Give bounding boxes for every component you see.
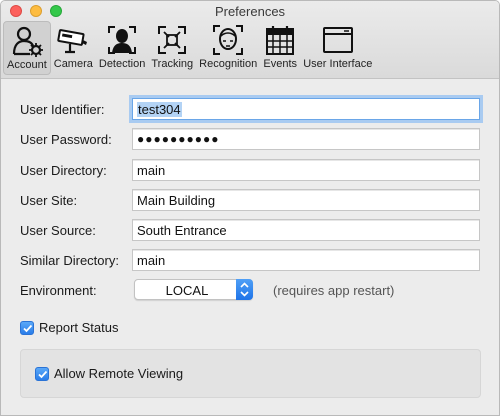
report-status-label: Report Status — [39, 320, 119, 335]
user-directory-field[interactable]: main — [132, 159, 480, 181]
tab-camera-label: Camera — [53, 58, 93, 70]
events-icon — [263, 23, 297, 57]
tab-recognition-label: Recognition — [199, 58, 258, 70]
tab-user-interface[interactable]: User Interface — [300, 21, 375, 75]
account-icon — [10, 24, 44, 58]
tab-camera[interactable]: Camera — [51, 21, 96, 75]
user-identifier-value: test304 — [137, 102, 182, 117]
environment-label: Environment: — [20, 283, 97, 298]
tracking-icon — [155, 23, 189, 57]
tab-recognition[interactable]: Recognition — [196, 21, 260, 75]
allow-remote-viewing-checkbox[interactable] — [35, 367, 49, 381]
tab-events[interactable]: Events — [260, 21, 300, 75]
tab-tracking[interactable]: Tracking — [148, 21, 196, 75]
tab-account-label: Account — [7, 59, 47, 71]
recognition-icon — [211, 23, 245, 57]
user-password-field[interactable]: ●●●●●●●●●● — [132, 128, 480, 150]
preferences-toolbar: Account Camera Detection Tracking Recogn… — [3, 21, 375, 77]
environment-hint: (requires app restart) — [273, 283, 395, 298]
environment-value: LOCAL — [165, 283, 209, 298]
user-interface-icon — [321, 23, 355, 57]
user-directory-row: User Directory: main — [1, 159, 499, 183]
user-directory-label: User Directory: — [20, 163, 107, 178]
user-identifier-row: User Identifier: test304 — [1, 98, 499, 122]
preferences-window: Preferences Account Camera Detection Tra… — [0, 0, 500, 416]
environment-select[interactable]: LOCAL — [134, 279, 253, 300]
user-identifier-label: User Identifier: — [20, 102, 105, 117]
checkmark-icon — [23, 324, 33, 333]
user-site-field[interactable]: Main Building — [132, 189, 480, 211]
user-site-row: User Site: Main Building — [1, 189, 499, 213]
user-password-label: User Password: — [20, 132, 112, 147]
title-bar: Preferences Account Camera Detection Tra… — [1, 1, 499, 79]
tab-events-label: Events — [263, 58, 298, 70]
checkmark-icon — [38, 370, 48, 379]
report-status-checkbox[interactable] — [20, 321, 34, 335]
user-source-label: User Source: — [20, 223, 96, 238]
similar-directory-row: Similar Directory: main — [1, 249, 499, 273]
tab-detection[interactable]: Detection — [96, 21, 148, 75]
updown-arrows-icon — [236, 279, 253, 300]
tab-account[interactable]: Account — [3, 21, 51, 75]
user-source-row: User Source: South Entrance — [1, 219, 499, 243]
remote-viewing-group: Allow Remote Viewing — [20, 349, 481, 398]
detection-icon — [105, 23, 139, 57]
allow-remote-viewing-label: Allow Remote Viewing — [54, 366, 184, 381]
user-identifier-field[interactable]: test304 — [132, 98, 480, 120]
similar-directory-label: Similar Directory: — [20, 253, 119, 268]
user-source-field[interactable]: South Entrance — [132, 219, 480, 241]
window-title: Preferences — [214, 4, 286, 19]
tab-user-interface-label: User Interface — [303, 58, 373, 70]
user-site-label: User Site: — [20, 193, 78, 208]
tab-tracking-label: Tracking — [151, 58, 194, 70]
camera-icon — [56, 23, 90, 57]
tab-detection-label: Detection — [98, 58, 146, 70]
similar-directory-field[interactable]: main — [132, 249, 480, 271]
user-password-row: User Password: ●●●●●●●●●● — [1, 128, 499, 152]
